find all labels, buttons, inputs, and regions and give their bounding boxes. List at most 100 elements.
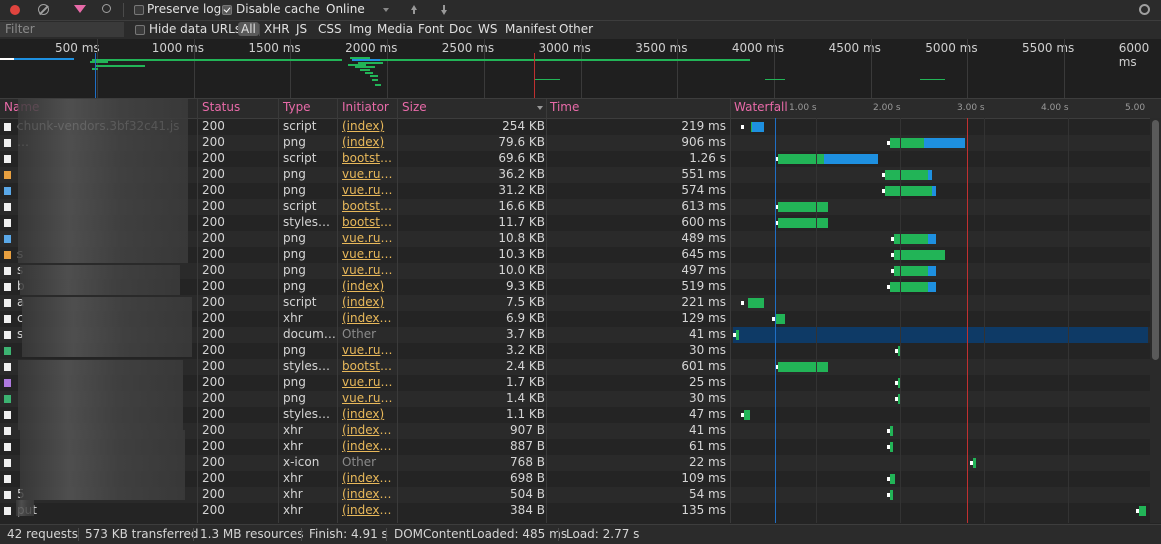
filter-bar: Filter Hide data URLs All XHR JS CSS Img Medi… bbox=[0, 21, 1161, 40]
request-initiator[interactable]: bootstr… bbox=[342, 215, 394, 231]
request-time: 41 ms bbox=[688, 327, 726, 341]
request-status: 200 bbox=[202, 167, 225, 181]
resources-size: 1.3 MB resources bbox=[200, 527, 304, 541]
type-filter-doc[interactable]: Doc bbox=[449, 22, 472, 36]
request-initiator[interactable]: (index) bbox=[342, 135, 394, 151]
type-filter-manifest[interactable]: Manifest bbox=[505, 22, 556, 36]
column-header-time[interactable]: Time bbox=[550, 99, 579, 118]
waterfall-download-bar bbox=[751, 122, 765, 132]
column-header-size[interactable]: Size bbox=[402, 99, 427, 118]
request-initiator[interactable]: (index) bbox=[342, 295, 394, 311]
column-header-status[interactable]: Status bbox=[202, 99, 240, 118]
request-size: 10.0 KB bbox=[498, 263, 545, 277]
request-initiator[interactable]: vue.run… bbox=[342, 375, 394, 391]
request-initiator[interactable]: vue.run… bbox=[342, 167, 394, 183]
request-initiator[interactable]: vue.run… bbox=[342, 183, 394, 199]
request-initiator[interactable]: vue.run… bbox=[342, 263, 394, 279]
request-type: png bbox=[283, 391, 306, 405]
request-initiator[interactable]: (index):1 bbox=[342, 471, 394, 487]
type-filter-font[interactable]: Font bbox=[418, 22, 444, 36]
column-header-type[interactable]: Type bbox=[283, 99, 311, 118]
request-initiator[interactable]: (index) bbox=[342, 119, 394, 135]
waterfall-download-bar bbox=[747, 298, 765, 308]
request-status: 200 bbox=[202, 503, 225, 517]
load-time: Load: 2.77 s bbox=[566, 527, 640, 541]
waterfall-download-bar bbox=[928, 282, 937, 292]
request-initiator[interactable]: (index) bbox=[342, 279, 394, 295]
overview-bar bbox=[375, 84, 381, 86]
request-time: 906 ms bbox=[681, 135, 726, 149]
request-initiator[interactable]: bootstr… bbox=[342, 359, 394, 375]
overview-bar bbox=[765, 79, 785, 80]
sort-descending-icon bbox=[537, 106, 543, 110]
search-icon[interactable] bbox=[102, 4, 111, 13]
request-name: put bbox=[17, 503, 195, 519]
chevron-down-icon[interactable] bbox=[383, 8, 389, 12]
request-initiator[interactable]: (index):1 bbox=[342, 439, 394, 455]
settings-gear-icon[interactable] bbox=[1139, 4, 1150, 15]
request-initiator[interactable]: (index):1 bbox=[342, 487, 394, 503]
overview-bar bbox=[92, 59, 342, 61]
request-status: 200 bbox=[202, 279, 225, 293]
filter-input[interactable]: Filter bbox=[0, 22, 124, 37]
request-initiator[interactable]: vue.run… bbox=[342, 247, 394, 263]
request-initiator: Other bbox=[342, 327, 377, 341]
request-status: 200 bbox=[202, 455, 225, 469]
column-header-waterfall[interactable]: Waterfall bbox=[734, 99, 788, 118]
table-scrollbar[interactable] bbox=[1150, 118, 1161, 523]
filter-icon[interactable] bbox=[74, 5, 86, 13]
clear-icon[interactable] bbox=[38, 4, 49, 15]
file-icon bbox=[4, 475, 11, 483]
table-row[interactable]: put 200 xhr (index):1 384 B 135 ms bbox=[0, 503, 1161, 519]
hide-data-urls-label: Hide data URLs bbox=[149, 22, 242, 36]
waterfall-tick-label: 4.00 s bbox=[1041, 103, 1069, 113]
request-size: 887 B bbox=[510, 439, 545, 453]
throttle-select[interactable]: Online bbox=[326, 2, 365, 16]
request-initiator[interactable]: (index):1 bbox=[342, 423, 394, 439]
type-filter-xhr[interactable]: XHR bbox=[264, 22, 290, 36]
request-initiator[interactable]: vue.run… bbox=[342, 231, 394, 247]
request-time: 613 ms bbox=[681, 199, 726, 213]
type-filter-media[interactable]: Media bbox=[377, 22, 413, 36]
type-filter-all[interactable]: All bbox=[238, 22, 259, 36]
request-status: 200 bbox=[202, 135, 225, 149]
disable-cache-checkbox[interactable] bbox=[222, 5, 232, 15]
type-filter-other[interactable]: Other bbox=[559, 22, 593, 36]
request-status: 200 bbox=[202, 247, 225, 261]
request-size: 768 B bbox=[510, 455, 545, 469]
record-icon[interactable] bbox=[10, 5, 20, 15]
request-time: 109 ms bbox=[681, 471, 726, 485]
hide-data-urls-checkbox[interactable] bbox=[135, 25, 145, 35]
waterfall-tick-label: 1.00 s bbox=[789, 103, 817, 113]
overview-bar bbox=[380, 59, 750, 61]
type-filter-js[interactable]: JS bbox=[296, 22, 307, 36]
selected-row-highlight bbox=[733, 327, 1148, 343]
request-initiator[interactable]: bootstr… bbox=[342, 199, 394, 215]
request-type: png bbox=[283, 375, 306, 389]
column-header-initiator[interactable]: Initiator bbox=[342, 99, 389, 118]
waterfall-waiting-bar bbox=[885, 170, 929, 180]
overview-timeline[interactable]: 500 ms 1000 ms 1500 ms 2000 ms 2500 ms 3000 m… bbox=[0, 39, 1161, 99]
request-type: docum… bbox=[283, 327, 336, 341]
type-filter-img[interactable]: Img bbox=[349, 22, 372, 36]
preserve-log-checkbox[interactable] bbox=[134, 5, 144, 15]
export-har-icon[interactable] bbox=[441, 10, 447, 15]
request-time: 489 ms bbox=[681, 231, 726, 245]
type-filter-ws[interactable]: WS bbox=[478, 22, 497, 36]
request-initiator[interactable]: (index) bbox=[342, 407, 394, 423]
type-filter-css[interactable]: CSS bbox=[318, 22, 342, 36]
scrollbar-thumb[interactable] bbox=[1152, 120, 1159, 360]
request-size: 1.4 KB bbox=[506, 391, 545, 405]
request-initiator[interactable]: bootstr… bbox=[342, 151, 394, 167]
waterfall-waiting-bar bbox=[889, 282, 929, 292]
request-initiator[interactable]: vue.run… bbox=[342, 391, 394, 407]
request-size: 36.2 KB bbox=[498, 167, 545, 181]
request-initiator[interactable]: vue.run… bbox=[342, 343, 394, 359]
request-status: 200 bbox=[202, 183, 225, 197]
request-initiator[interactable]: (index):1 bbox=[342, 311, 394, 327]
disable-cache-label: Disable cache bbox=[236, 2, 320, 16]
file-icon bbox=[4, 315, 11, 323]
request-status: 200 bbox=[202, 119, 225, 133]
request-time: 41 ms bbox=[688, 423, 726, 437]
request-initiator[interactable]: (index):1 bbox=[342, 503, 394, 519]
